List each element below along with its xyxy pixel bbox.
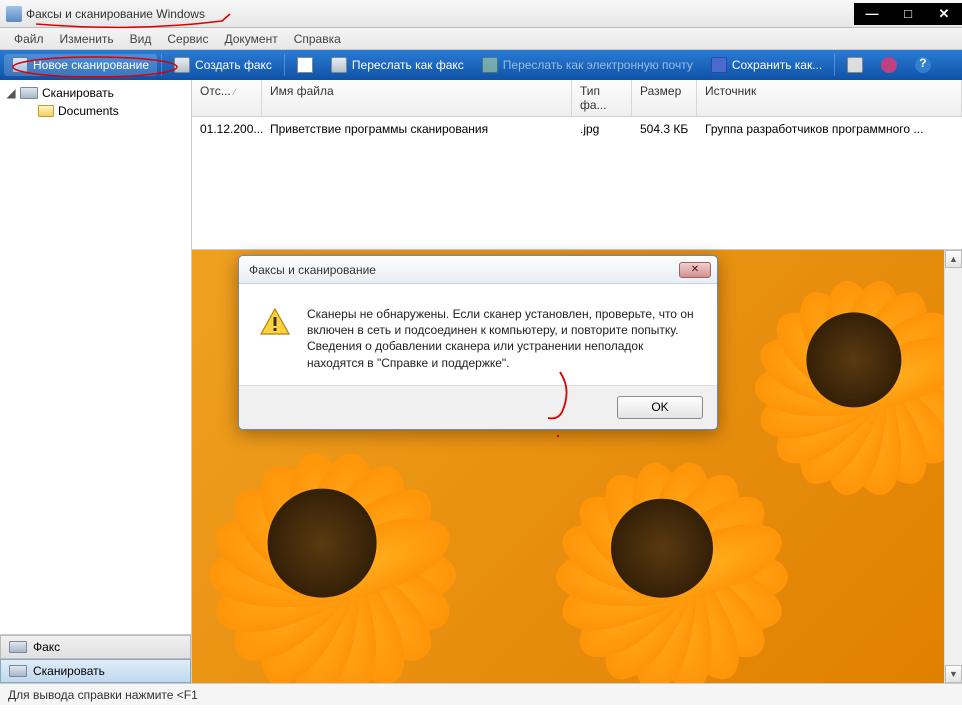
toolbar-separator [284, 54, 285, 76]
forward-email-button[interactable]: Переслать как электронную почту [474, 54, 701, 76]
titlebar: Факсы и сканирование Windows — □ ✕ [0, 0, 962, 28]
warning-icon [259, 306, 291, 338]
menu-document[interactable]: Документ [216, 32, 285, 46]
dialog-footer: OK [239, 385, 717, 429]
tree-row-documents[interactable]: Documents [2, 102, 189, 120]
list-header: Отс... ⁄ Имя файла Тип фа... Размер Исто… [192, 80, 962, 117]
dialog-text-line1: Сканеры не обнаружены. Если сканер устан… [307, 306, 697, 338]
help-button[interactable] [907, 54, 939, 76]
status-bar: Для вывода справки нажмите <F1 [0, 683, 962, 705]
minimize-button[interactable]: — [860, 6, 884, 22]
scan-tab-icon [9, 665, 27, 677]
tab-scan-label: Сканировать [33, 664, 105, 678]
menu-help[interactable]: Справка [286, 32, 349, 46]
titlebar-left: Факсы и сканирование Windows [0, 6, 205, 22]
new-scan-label: Новое сканирование [33, 58, 149, 72]
menu-view[interactable]: Вид [122, 32, 160, 46]
help-icon [915, 57, 931, 73]
scroll-down-button[interactable]: ▼ [945, 665, 962, 683]
sidebar: ◢ Сканировать Documents Факс Сканировать [0, 80, 192, 683]
fax-tab-icon [9, 641, 27, 653]
ok-button[interactable]: OK [617, 396, 703, 419]
col-source[interactable]: Источник [697, 80, 962, 116]
dialog-titlebar: Факсы и сканирование ✕ [239, 256, 717, 284]
forward-fax-label: Переслать как факс [352, 58, 464, 72]
dialog-text-line2: Сведения о добавлении сканера или устран… [307, 338, 697, 370]
window-title: Факсы и сканирование Windows [26, 7, 205, 21]
mail-icon [482, 57, 498, 73]
save-icon [711, 57, 727, 73]
sort-indicator-icon: ⁄ [234, 87, 236, 97]
save-as-button[interactable]: Сохранить как... [703, 54, 830, 76]
col-type[interactable]: Тип фа... [572, 80, 632, 116]
paper-icon [297, 57, 313, 73]
close-button[interactable]: ✕ [932, 6, 956, 22]
toolbar-separator [834, 54, 835, 76]
bottom-tabs: Факс Сканировать [0, 634, 191, 683]
file-list: Отс... ⁄ Имя файла Тип фа... Размер Исто… [192, 80, 962, 250]
tree-documents-label: Documents [58, 104, 119, 118]
col-sent[interactable]: Отс... ⁄ [192, 80, 262, 116]
folder-icon [38, 105, 54, 117]
delete-button[interactable] [873, 54, 905, 76]
preview-flower [714, 250, 962, 500]
table-row[interactable]: 01.12.200... Приветствие программы скани… [192, 117, 962, 141]
print-icon [847, 57, 863, 73]
cell-size: 504.3 КБ [632, 120, 697, 138]
save-as-label: Сохранить как... [732, 58, 822, 72]
scroll-up-button[interactable]: ▲ [945, 250, 962, 268]
new-fax-button[interactable]: Создать факс [166, 54, 280, 76]
printer-icon [331, 57, 347, 73]
preview-scrollbar[interactable]: ▲ ▼ [944, 250, 962, 683]
menubar: Файл Изменить Вид Сервис Документ Справк… [0, 28, 962, 50]
fax-icon [174, 57, 190, 73]
paper-button[interactable] [289, 54, 321, 76]
folder-tree: ◢ Сканировать Documents [0, 80, 191, 634]
tab-fax-label: Факс [33, 640, 60, 654]
dialog-title: Факсы и сканирование [249, 263, 376, 277]
delete-icon [881, 57, 897, 73]
tree-row-scan[interactable]: ◢ Сканировать [2, 84, 189, 102]
app-icon [6, 6, 22, 22]
col-size[interactable]: Размер [632, 80, 697, 116]
new-fax-label: Создать факс [195, 58, 272, 72]
scanner-folder-icon [20, 87, 38, 99]
dialog-text: Сканеры не обнаружены. Если сканер устан… [307, 306, 697, 371]
maximize-button[interactable]: □ [896, 6, 920, 22]
new-scan-button[interactable]: Новое сканирование [4, 54, 157, 76]
window-controls: — □ ✕ [854, 3, 962, 25]
scanner-icon [12, 57, 28, 73]
cell-type: .jpg [572, 120, 632, 138]
tab-fax[interactable]: Факс [0, 635, 191, 659]
tab-scan[interactable]: Сканировать [0, 659, 191, 683]
menu-edit[interactable]: Изменить [52, 32, 122, 46]
toolbar-separator [161, 54, 162, 76]
dialog-body: Сканеры не обнаружены. Если сканер устан… [239, 284, 717, 385]
cell-filename: Приветствие программы сканирования [262, 120, 572, 138]
tree-toggle-icon[interactable]: ◢ [6, 86, 16, 100]
status-text: Для вывода справки нажмите <F1 [8, 688, 198, 702]
dialog-close-button[interactable]: ✕ [679, 262, 711, 278]
forward-fax-button[interactable]: Переслать как факс [323, 54, 472, 76]
menu-tools[interactable]: Сервис [159, 32, 216, 46]
cell-source: Группа разработчиков программного ... [697, 120, 962, 138]
toolbar: Новое сканирование Создать факс Переслат… [0, 50, 962, 80]
col-filename[interactable]: Имя файла [262, 80, 572, 116]
menu-file[interactable]: Файл [6, 32, 52, 46]
forward-email-label: Переслать как электронную почту [503, 58, 693, 72]
cell-sent: 01.12.200... [192, 120, 262, 138]
tree-scan-label: Сканировать [42, 86, 114, 100]
error-dialog: Факсы и сканирование ✕ Сканеры не обнару… [238, 255, 718, 430]
print-button[interactable] [839, 54, 871, 76]
